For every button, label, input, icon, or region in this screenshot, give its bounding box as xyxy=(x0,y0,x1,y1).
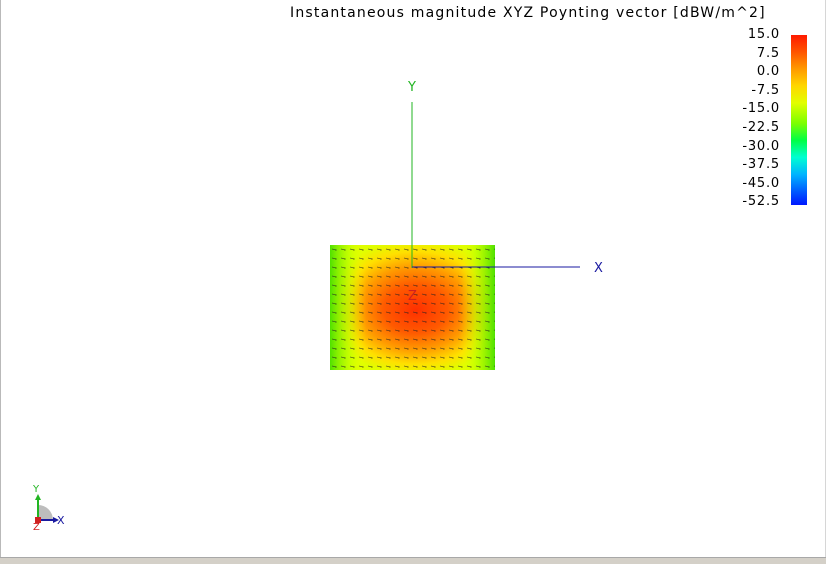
orientation-triad[interactable]: Y X Z xyxy=(32,484,65,533)
triad-x-label: X xyxy=(57,514,65,527)
y-axis-label: Y xyxy=(407,80,416,95)
z-axis-label: Z xyxy=(408,289,417,304)
3d-viewport[interactable]: Y X Z Y X Z xyxy=(0,0,826,564)
status-bar xyxy=(0,557,826,564)
triad-y-label: Y xyxy=(32,484,40,495)
x-axis-label: X xyxy=(594,261,603,276)
triad-z-label: Z xyxy=(33,522,40,533)
